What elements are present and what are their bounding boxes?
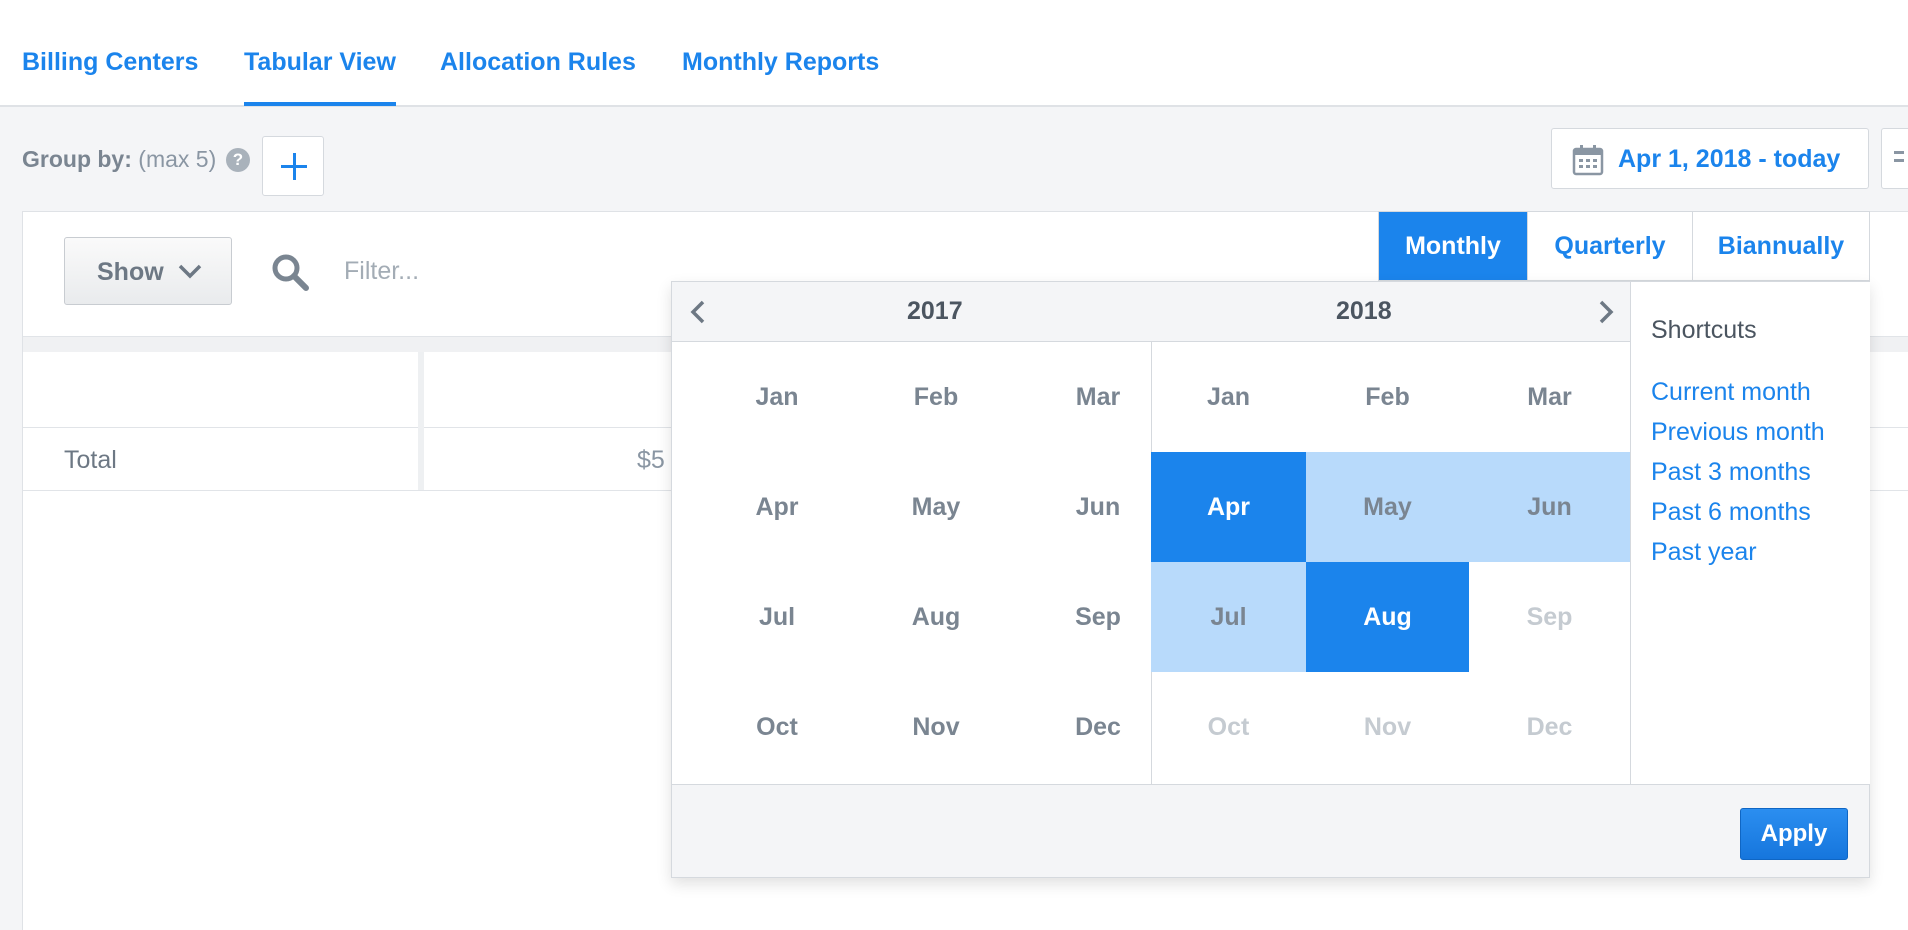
month-cell-jul-2018[interactable]: Jul [1151, 562, 1306, 672]
month-picker-popup: 2017 2018 Jan Feb Mar Apr May Jun Jul Aug Sep Oct… [671, 281, 1870, 878]
year-right: 2018 [1336, 297, 1392, 325]
month-cell-oct-2017[interactable]: Oct [697, 672, 857, 782]
column-divider [418, 428, 424, 490]
tab-billing-centers[interactable]: Billing Centers [22, 48, 198, 106]
month-cell-nov-2017[interactable]: Nov [856, 672, 1016, 782]
month-cell-nov-2018: Nov [1363, 713, 1412, 741]
month-cell-sep-2018: Sep [1526, 603, 1573, 631]
month-cell-feb-2018[interactable]: Feb [1306, 342, 1469, 452]
popup-footer: Apply [672, 784, 1869, 877]
show-button[interactable]: Show [64, 237, 232, 305]
date-range-label: Apr 1, 2018 - today [1618, 145, 1841, 173]
year-header: 2017 2018 [672, 282, 1630, 342]
tab-monthly[interactable]: Monthly [1379, 212, 1528, 280]
chevron-down-icon [178, 264, 202, 279]
shortcuts-panel: Shortcuts Current month Previous month P… [1630, 282, 1870, 784]
chevron-left-icon[interactable] [688, 299, 708, 325]
month-cell-jan-2018[interactable]: Jan [1151, 342, 1306, 452]
month-cell-jul-2017[interactable]: Jul [697, 562, 857, 672]
group-by-title: Group by: [22, 146, 132, 172]
filter-input[interactable] [344, 250, 644, 292]
tab-biannually[interactable]: Biannually [1693, 212, 1869, 280]
tab-quarterly[interactable]: Quarterly [1528, 212, 1693, 280]
month-cell-jan-2017[interactable]: Jan [697, 342, 857, 452]
shortcuts-title: Shortcuts [1651, 316, 1757, 344]
month-cell-oct-2018: Oct [1207, 713, 1250, 741]
month-cell-dec-2018: Dec [1526, 713, 1573, 741]
total-label: Total [64, 446, 117, 474]
shortcut-past-year[interactable]: Past year [1651, 538, 1757, 567]
month-cell-apr-2018[interactable]: Apr [1151, 452, 1306, 562]
group-by-hint: (max 5) [138, 146, 217, 172]
month-cell-feb-2017[interactable]: Feb [856, 342, 1016, 452]
year-left: 2017 [907, 297, 963, 325]
chevron-right-icon[interactable] [1596, 299, 1616, 325]
calendar-icon [1572, 145, 1604, 176]
tab-monthly-reports[interactable]: Monthly Reports [682, 48, 879, 106]
month-cell-may-2017[interactable]: May [856, 452, 1016, 562]
shortcut-previous-month[interactable]: Previous month [1651, 418, 1825, 447]
search-icon [272, 254, 309, 291]
month-cell-mar-2018[interactable]: Mar [1469, 342, 1630, 452]
shortcut-current-month[interactable]: Current month [1651, 378, 1811, 407]
shortcut-past-3-months[interactable]: Past 3 months [1651, 458, 1811, 487]
apply-button[interactable]: Apply [1740, 808, 1848, 860]
help-icon[interactable]: ? [226, 148, 250, 172]
month-cell-aug-2018[interactable]: Aug [1306, 562, 1469, 672]
total-value: $5 [637, 446, 665, 474]
month-cell-apr-2017[interactable]: Apr [697, 452, 857, 562]
add-group-button[interactable] [262, 136, 324, 196]
date-range-button[interactable]: Apr 1, 2018 - today [1551, 128, 1869, 189]
month-cell-jun-2018[interactable]: Jun [1469, 452, 1630, 562]
settings-button[interactable] [1881, 128, 1908, 189]
group-by-label: Group by: (max 5) [22, 146, 216, 173]
month-cell-aug-2017[interactable]: Aug [856, 562, 1016, 672]
tab-allocation-rules[interactable]: Allocation Rules [440, 48, 636, 106]
month-cell-may-2018[interactable]: May [1306, 452, 1469, 562]
show-label: Show [97, 258, 164, 286]
tab-tabular-view[interactable]: Tabular View [244, 48, 396, 106]
shortcut-past-6-months[interactable]: Past 6 months [1651, 498, 1811, 527]
period-tabs: Monthly Quarterly Biannually [1378, 211, 1870, 281]
column-divider [418, 352, 424, 428]
top-nav: Billing Centers Tabular View Allocation … [0, 0, 1908, 107]
